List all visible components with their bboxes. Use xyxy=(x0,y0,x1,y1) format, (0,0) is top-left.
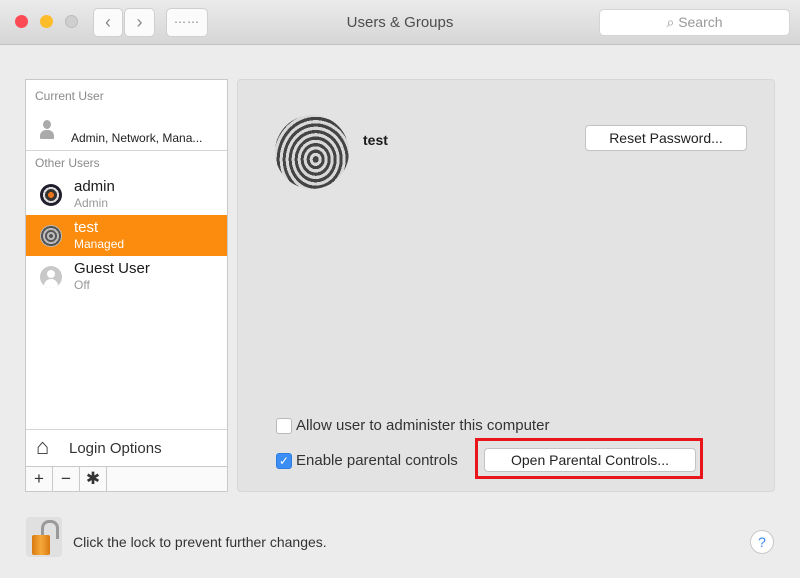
user-row-test[interactable]: test Managed xyxy=(26,215,227,256)
user-full-name: test xyxy=(363,132,388,148)
lock-button[interactable] xyxy=(26,517,62,557)
current-user-label: Current User xyxy=(35,89,104,103)
user-subtitle: Managed xyxy=(74,237,125,251)
user-name: Guest User xyxy=(74,260,150,277)
user-picture[interactable] xyxy=(275,115,349,189)
user-row-guest[interactable]: Guest User Off xyxy=(26,256,227,297)
user-name: admin xyxy=(74,178,115,195)
users-sidebar: Current User Admin, Network, Mana... Oth… xyxy=(25,79,228,492)
parental-controls-label: Enable parental controls xyxy=(296,452,458,469)
house-icon: ⌂ xyxy=(36,434,50,459)
user-subtitle: Admin xyxy=(74,196,109,210)
person-icon xyxy=(40,120,54,140)
lock-message: Click the lock to prevent further change… xyxy=(73,534,327,550)
title-bar: ‹ › ⋯⋯ Users & Groups ⌕ Search xyxy=(0,0,800,45)
current-user-row[interactable]: Admin, Network, Mana... xyxy=(26,110,227,151)
guest-avatar xyxy=(40,266,62,288)
admin-avatar xyxy=(40,184,62,206)
gear-icon[interactable]: ✱ xyxy=(80,467,107,491)
parental-controls-checkbox[interactable]: ✓ xyxy=(276,453,292,469)
allow-admin-checkbox[interactable] xyxy=(276,418,292,434)
search-icon: ⌕ xyxy=(666,14,679,30)
add-user-button[interactable]: + xyxy=(26,467,53,491)
search-input[interactable]: ⌕ Search xyxy=(599,9,790,36)
remove-user-button[interactable]: − xyxy=(53,467,80,491)
reset-password-button[interactable]: Reset Password... xyxy=(585,125,747,151)
user-name: test xyxy=(74,219,99,236)
allow-admin-label: Allow user to administer this computer xyxy=(296,417,550,434)
search-placeholder: Search xyxy=(678,14,723,30)
open-parental-controls-button[interactable]: Open Parental Controls... xyxy=(484,448,696,472)
test-avatar xyxy=(40,225,62,247)
help-button[interactable]: ? xyxy=(750,530,774,554)
user-subtitle: Off xyxy=(74,278,90,292)
sidebar-toolbar: + − ✱ xyxy=(26,466,227,491)
user-row-admin[interactable]: admin Admin xyxy=(26,174,227,215)
divider xyxy=(26,150,227,151)
login-options-button[interactable]: ⌂ Login Options xyxy=(26,429,227,467)
current-user-subtitle: Admin, Network, Mana... xyxy=(71,131,203,145)
checkmark-icon: ✓ xyxy=(278,454,290,468)
user-detail-panel: test Reset Password... Allow user to adm… xyxy=(237,79,775,492)
login-options-label: Login Options xyxy=(69,440,162,457)
other-users-label: Other Users xyxy=(35,156,100,170)
